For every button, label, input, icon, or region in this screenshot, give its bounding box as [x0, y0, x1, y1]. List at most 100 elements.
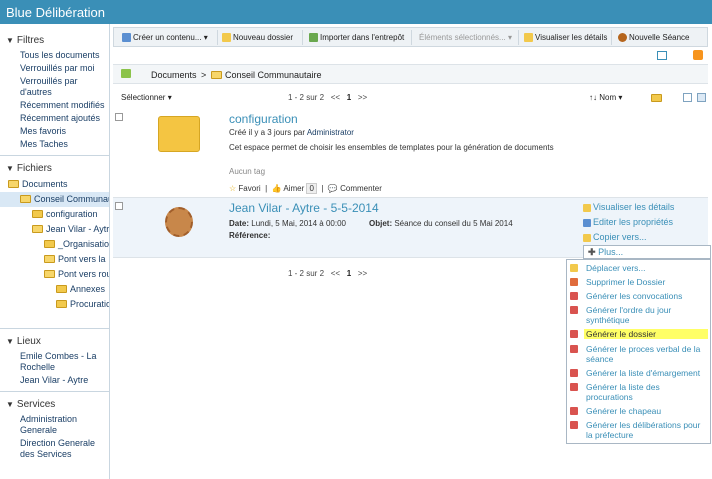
rss-icon[interactable] [693, 50, 703, 60]
collapse-icon: ▼ [6, 337, 14, 346]
pdf-icon [570, 292, 578, 300]
list-header: Sélectionner ▾ 1 - 2 sur 2 << 1 >> ↑↓ No… [113, 88, 708, 108]
item-description: Cet espace permet de choisir les ensembl… [229, 143, 554, 152]
menu-generate-convocations[interactable]: Générer les convocations [570, 291, 708, 301]
tree-item-pont-rou[interactable]: Pont vers rou [0, 267, 109, 282]
service-direction-generale[interactable]: Direction Generale des Services [0, 437, 109, 461]
copy-icon [583, 233, 591, 242]
folder-up-icon[interactable] [121, 69, 131, 78]
move-icon [570, 264, 578, 272]
session-thumbnail-icon[interactable] [165, 207, 193, 237]
action-copy-to[interactable]: Copier vers... [583, 230, 711, 245]
folder-icon [44, 254, 55, 263]
service-admin-generale[interactable]: Administration Generale [0, 413, 109, 437]
pdf-icon [570, 306, 578, 314]
item-date: Date: Lundi, 5 Mai, 2014 à 00:00 [229, 219, 346, 228]
like-button[interactable]: 👍 Aimer [272, 184, 305, 193]
menu-generate-attendance[interactable]: Générer la liste d'émargement [570, 368, 708, 378]
import-button[interactable]: Importer dans l'entrepôt [307, 30, 404, 45]
prev-page-link[interactable]: << [331, 269, 340, 278]
new-session-button[interactable]: Nouvelle Séance [616, 30, 689, 45]
place-emile-combes[interactable]: Emile Combes - La Rochelle [0, 350, 109, 374]
tree-item-documents[interactable]: Documents [0, 177, 109, 192]
tree-item-configuration[interactable]: configuration [0, 207, 109, 222]
next-page-link[interactable]: >> [358, 93, 367, 102]
page-number[interactable]: 1 [347, 269, 351, 278]
folder-icon [32, 224, 43, 233]
pagination-bottom: 1 - 2 sur 2 << 1 >> [288, 269, 368, 278]
more-actions-button[interactable]: ✚ Plus... [583, 245, 711, 259]
menu-generate-header[interactable]: Générer le chapeau [570, 406, 708, 416]
menu-generate-proxies[interactable]: Générer la liste des procurations [570, 382, 708, 402]
menu-generate-minutes[interactable]: Générer le proces verbal de la séance [570, 344, 708, 364]
create-content-button[interactable]: Créer un contenu... ▾ [120, 30, 208, 45]
row-checkbox[interactable] [115, 202, 123, 210]
tree-item-conseil[interactable]: Conseil Communautaire [0, 192, 109, 207]
files-header[interactable]: ▼ Fichiers [0, 160, 109, 177]
row-actions: Visualiser les détails Editer les propri… [583, 200, 711, 245]
filter-recently-added[interactable]: Récemment ajoutés [0, 112, 109, 125]
filter-my-tasks[interactable]: Mes Taches [0, 138, 109, 151]
menu-move-to[interactable]: Déplacer vers... [570, 263, 708, 273]
collapse-icon: ▼ [6, 400, 14, 409]
tree-item-annexes[interactable]: Annexes [0, 282, 109, 297]
sync-icon[interactable] [657, 51, 667, 60]
new-folder-button[interactable]: Nouveau dossier [220, 30, 293, 45]
menu-generate-deliberations[interactable]: Générer les délibérations pour la préfec… [570, 420, 708, 440]
menu-generate-agenda[interactable]: Générer l'ordre du jour synthétique [570, 305, 708, 325]
toolbar: Créer un contenu... ▾ Nouveau dossier Im… [113, 27, 708, 47]
filter-recently-modified[interactable]: Récemment modifiés [0, 99, 109, 112]
detailed-view-icon[interactable] [697, 93, 706, 102]
folder-icon [44, 239, 55, 248]
like-count: 0 [306, 183, 317, 194]
prev-page-link[interactable]: << [331, 93, 340, 102]
delete-icon [570, 278, 578, 286]
breadcrumb-documents[interactable]: Documents [151, 70, 197, 80]
filter-locked-by-others[interactable]: Verrouillés par d'autres [0, 75, 109, 99]
view-details-button[interactable]: Visualiser les détails [522, 30, 607, 45]
creator-link[interactable]: Administrator [307, 128, 354, 137]
action-view-details[interactable]: Visualiser les détails [583, 200, 711, 215]
item-actions: ☆ Favori | 👍 Aimer 0 | 💬 Commenter [229, 183, 382, 194]
tree-item-pont-la[interactable]: Pont vers la [0, 252, 109, 267]
breadcrumb-current[interactable]: Conseil Communautaire [225, 70, 322, 80]
item-title[interactable]: Jean Vilar - Aytre - 5-5-2014 [229, 201, 379, 215]
place-jean-vilar[interactable]: Jean Vilar - Aytre [0, 374, 109, 387]
comment-button[interactable]: 💬 Commenter [328, 184, 382, 193]
row-checkbox[interactable] [115, 113, 123, 121]
favorite-button[interactable]: ☆ Favori [229, 184, 261, 193]
folder-icon [32, 209, 43, 218]
selected-items-button[interactable]: Éléments sélectionnés... ▾ [417, 30, 512, 45]
action-edit-properties[interactable]: Editer les propriétés [583, 215, 711, 230]
folder-icon [211, 71, 222, 79]
item-object: Objet: Séance du conseil du 5 Mai 2014 [369, 219, 513, 228]
services-header[interactable]: ▼ Services [0, 396, 109, 413]
item-title[interactable]: configuration [229, 112, 298, 126]
next-page-link[interactable]: >> [358, 269, 367, 278]
details-icon [524, 33, 533, 43]
filter-my-favorites[interactable]: Mes favoris [0, 125, 109, 138]
page-number[interactable]: 1 [347, 93, 351, 102]
select-menu[interactable]: Sélectionner ▾ [121, 93, 172, 102]
menu-delete-folder[interactable]: Supprimer le Dossier [570, 277, 708, 287]
folder-icon [56, 284, 67, 293]
folder-thumbnail-icon[interactable] [158, 116, 200, 152]
pdf-icon [570, 369, 578, 377]
filter-all-documents[interactable]: Tous les documents [0, 49, 109, 62]
filters-header[interactable]: ▼ Filtres [0, 32, 109, 49]
session-icon [618, 33, 627, 43]
collapse-icon: ▼ [6, 164, 14, 173]
tree-item-procurations[interactable]: Procurations [0, 297, 109, 312]
filter-locked-by-me[interactable]: Verrouillés par moi [0, 62, 109, 75]
comment-icon: 💬 [327, 184, 338, 193]
places-header[interactable]: ▼ Lieux [0, 333, 109, 350]
show-folders-icon[interactable] [651, 94, 662, 102]
menu-generate-dossier[interactable]: Générer le dossier [570, 329, 708, 339]
tree-item-jean-vilar[interactable]: Jean Vilar - Aytre [0, 222, 109, 237]
item-reference: Référence: [229, 231, 271, 240]
tree-item-organisation[interactable]: _Organisation [0, 237, 109, 252]
folder-icon [44, 269, 55, 278]
sort-menu[interactable]: ↑↓ Nom ▾ [589, 93, 622, 102]
simple-view-icon[interactable] [683, 93, 692, 102]
item-created: Créé il y a 3 jours par Administrator [229, 128, 354, 137]
